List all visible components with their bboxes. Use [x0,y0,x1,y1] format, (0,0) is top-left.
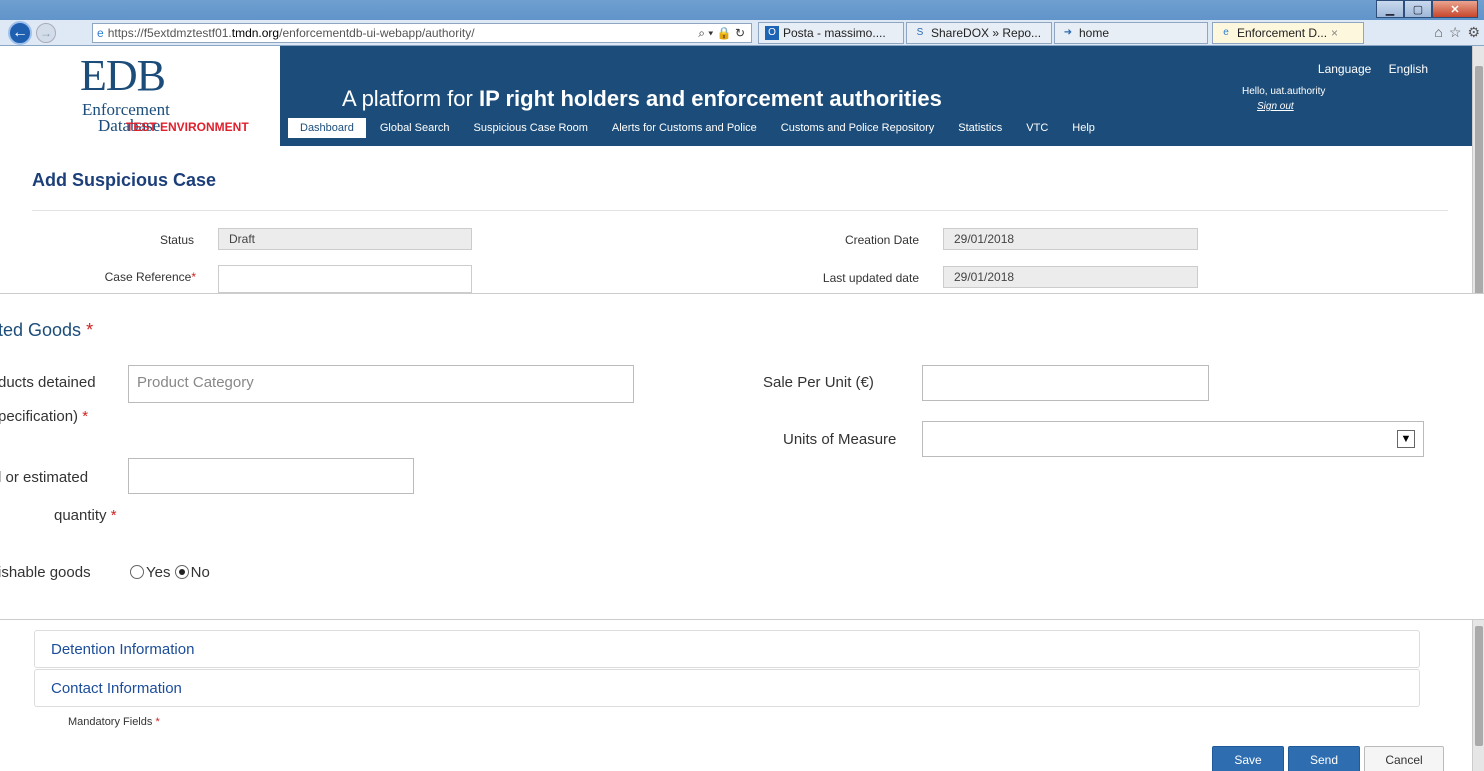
nav-repository[interactable]: Customs and Police Repository [769,118,946,138]
tagline: A platform for IP right holders and enfo… [342,86,942,112]
required-mark: * [110,507,117,524]
tagline-bold: IP right holders and enforcement authori… [478,86,942,111]
units-of-measure-label: Units of Measure [783,431,897,448]
quantity-input[interactable] [128,458,414,494]
creation-date-label: Creation Date [844,233,919,247]
sharedox-icon: S [916,27,924,38]
nav-vtc[interactable]: VTC [1014,118,1060,138]
required-mark: * [86,320,94,340]
language-label: Language [1317,62,1372,76]
products-label-line1: ducts detained [0,374,96,391]
tab-label: home [1079,26,1110,40]
product-category-input[interactable]: Product Category [128,365,634,403]
required-mark: * [191,270,196,284]
perishable-no-radio[interactable] [174,565,189,579]
home-page-icon: ➜ [1063,27,1073,38]
browser-tab-sharedox[interactable]: S ShareDOX » Repo... [906,22,1052,44]
back-arrow-icon[interactable]: ← [8,21,32,45]
url-path: /enforcementdb-ui-webapp/authority/ [279,26,475,40]
language-selector[interactable]: Language English [1304,62,1428,76]
test-environment-badge: TEST ENVIRONMENT [126,120,249,134]
quantity-label-line2: quantity * [54,507,117,524]
url-host: tmdn.org [231,26,280,40]
perishable-goods-label: ishable goods [0,564,91,581]
home-icon[interactable]: ⌂ [1434,24,1442,41]
user-greeting: Hello, uat.authority [1242,86,1326,97]
forward-arrow-icon[interactable]: → [36,23,56,43]
mandatory-fields-note: Mandatory Fields * [68,716,160,728]
sale-per-unit-label: Sale Per Unit (€) [763,374,874,391]
close-window-icon[interactable]: ✕ [1432,0,1478,18]
send-button[interactable]: Send [1288,746,1360,771]
case-reference-text: Case Reference [104,270,192,284]
products-label-line2: pecification) * [0,408,88,425]
tab-label: ShareDOX » Repo... [931,26,1042,40]
quantity-label-line1: l or estimated [0,469,89,486]
nav-dashboard[interactable]: Dashboard [288,118,366,138]
nav-suspicious-case-room[interactable]: Suspicious Case Room [462,118,600,138]
nav-alerts[interactable]: Alerts for Customs and Police [600,118,769,138]
units-of-measure-select[interactable]: ▼ [922,421,1424,457]
tab-label: Enforcement D... [1237,26,1328,40]
maximize-icon[interactable]: ▢ [1404,0,1432,18]
address-tools[interactable]: ⌕ ▾ 🔒 ↻ [698,26,745,41]
required-mark: * [155,716,160,728]
cancel-button[interactable]: Cancel [1364,746,1444,771]
creation-date-field: 29/01/2018 [943,228,1198,250]
ie-icon: e [97,26,104,40]
products-label-text: pecification) [0,408,79,425]
detained-goods-title: ted Goods * [0,320,93,341]
nav-statistics[interactable]: Statistics [946,118,1014,138]
mandatory-fields-text: Mandatory Fields [68,716,153,728]
sign-out-link[interactable]: Sign out [1257,101,1294,112]
browser-tab-posta[interactable]: O Posta - massimo.... [758,22,904,44]
tab-close-icon[interactable]: × [1331,26,1338,40]
contact-information-accordion[interactable]: Contact Information [34,669,1420,707]
detention-information-accordion[interactable]: Detention Information [34,630,1420,668]
browser-toolbar: ⌂ ☆ ⚙ [1434,24,1480,41]
case-reference-input[interactable] [218,265,472,293]
page-title: Add Suspicious Case [32,170,217,190]
browser-tab-home[interactable]: ➜ home [1054,22,1208,44]
scrollbar-thumb[interactable] [1475,626,1483,746]
no-label[interactable]: No [191,564,210,581]
perishable-radio-group: Yes No [130,564,210,581]
sale-per-unit-input[interactable] [922,365,1209,401]
browser-navbar: ← → e https://f5extdmztestf01. tmdn.org/e… [0,20,1484,46]
perishable-yes-radio[interactable] [130,565,144,579]
url-prefix: https://f5extdmztestf01. [107,26,232,40]
status-field: Draft [218,228,472,250]
yes-label[interactable]: Yes [146,564,170,581]
save-button[interactable]: Save [1212,746,1284,771]
settings-gear-icon[interactable]: ⚙ [1467,24,1480,41]
last-updated-label: Last updated date [822,271,919,285]
main-nav: Dashboard Global Search Suspicious Case … [288,118,1107,138]
logo-main: EDB [80,51,166,100]
app-header: EDB Enforcement Database TEST ENVIRONMEN… [0,46,1476,146]
tagline-prefix: A platform for [342,86,479,111]
case-reference-label: Case Reference* [105,270,196,284]
nav-help[interactable]: Help [1060,118,1107,138]
section-title-text: ted Goods [0,320,82,340]
window-controls: ▁ ▢ ✕ [1376,0,1478,18]
outlook-icon: O [765,26,779,40]
minimize-icon[interactable]: ▁ [1376,0,1404,18]
edb-logo[interactable]: EDB Enforcement Database TEST ENVIRONMEN… [0,46,280,146]
detained-goods-panel: ted Goods * ducts detained pecification)… [0,293,1484,620]
ie-icon: e [1223,27,1229,38]
browser-chrome: ▁ ▢ ✕ ← → e https://f5extdmztestf01. tmdn… [0,0,1484,46]
scrollbar-thumb[interactable] [1475,66,1483,296]
favorites-star-icon[interactable]: ☆ [1449,24,1462,41]
quantity-label-text: quantity [54,507,107,524]
address-bar[interactable]: e https://f5extdmztestf01. tmdn.org/enfor… [92,23,752,43]
nav-global-search[interactable]: Global Search [368,118,462,138]
required-mark: * [82,408,89,425]
tab-label: Posta - massimo.... [783,26,886,40]
chevron-down-icon[interactable]: ▼ [1397,430,1415,448]
divider [32,210,1448,211]
last-updated-field: 29/01/2018 [943,266,1198,288]
status-label: Status [159,233,194,247]
language-value[interactable]: English [1389,62,1428,76]
browser-tab-enforcement[interactable]: e Enforcement D... × [1212,22,1364,44]
